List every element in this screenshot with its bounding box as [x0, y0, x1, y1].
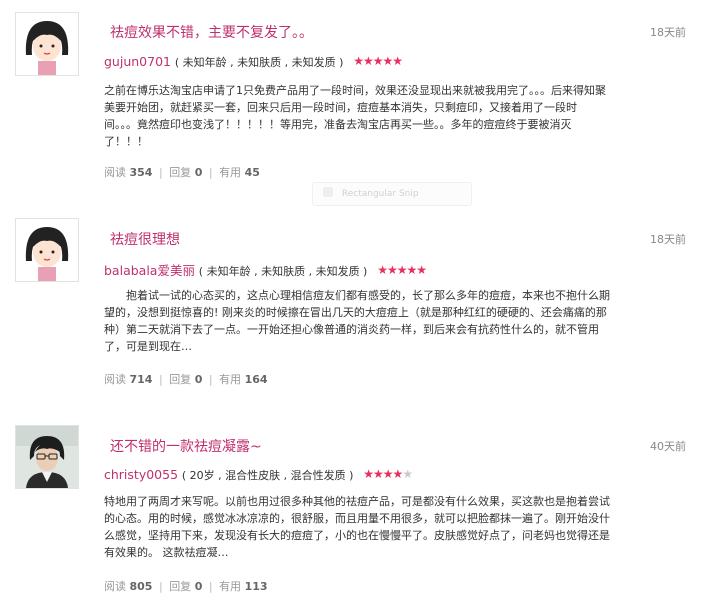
star-icon: ★	[353, 54, 364, 68]
star-icon: ★	[373, 467, 384, 481]
useful-label[interactable]: 有用	[219, 373, 241, 386]
review-text-line: 了，可是到现在…	[104, 340, 192, 353]
review-stats: 阅读 805 | 回复 0 | 有用 113	[104, 580, 268, 593]
review-title[interactable]: 还不错的一款祛痘凝露~	[110, 436, 262, 456]
avatar[interactable]	[15, 425, 79, 489]
review-text-line: 之前在博乐达淘宝店申请了1只免费产品用了一段时间，效果还没显现出来就被我用完了。…	[104, 84, 606, 97]
review-meta: gujun0701 ( 未知年龄 , 未知肤质 , 未知发质 ) ★★★★★	[104, 54, 403, 70]
review-meta: balabala爱美丽 ( 未知年龄 , 未知肤质 , 未知发质 ) ★★★★★	[104, 260, 427, 279]
review-body: 之前在博乐达淘宝店申请了1只免费产品用了一段时间，效果还没显现出来就被我用完了。…	[104, 82, 664, 150]
review-time: 18天前	[650, 26, 686, 39]
review-text-line: 美要开始团，就赶紧买一套，回来只后用一段时间，痘痘基本消失，只剩痘印，又接着用了…	[104, 101, 577, 114]
reply-count: 0	[194, 373, 203, 386]
review-title[interactable]: 祛痘很理想	[110, 229, 180, 249]
rating-stars: ★★★★★	[377, 263, 427, 277]
star-icon: ★	[372, 54, 384, 68]
user-attributes: ( 20岁 , 混合性皮肤 , 混合性发质 )	[181, 469, 354, 482]
star-icon: ★	[386, 263, 398, 277]
rating-stars: ★★★★★	[353, 54, 403, 68]
avatar[interactable]	[15, 12, 79, 76]
username-link[interactable]: gujun0701	[104, 54, 171, 69]
review-title[interactable]: 祛痘效果不错，主要不复发了。。	[110, 22, 313, 42]
star-icon: ★	[382, 467, 394, 481]
snip-label: Rectangular Snip	[341, 189, 419, 199]
reply-count: 0	[194, 166, 203, 179]
empty-star-icon: ★	[402, 467, 413, 481]
review-text-line: 了！！！	[104, 135, 148, 148]
star-icon: ★	[406, 263, 417, 277]
useful-label[interactable]: 有用	[219, 580, 241, 593]
star-icon: ★	[416, 263, 427, 277]
review-text-line: 种）第二天就消下去了一点。一开始还担心像普通的消炎药一样，到后来会有抗药性什么的…	[104, 323, 599, 336]
review-meta: christy0055 ( 20岁 , 混合性皮肤 , 混合性发质 ) ★★★★…	[104, 467, 413, 483]
read-label: 阅读	[104, 580, 126, 593]
star-icon: ★	[392, 467, 404, 481]
user-attributes: ( 未知年龄 , 未知肤质 , 未知发质 )	[198, 265, 368, 278]
review-stats: 阅读 714 | 回复 0 | 有用 164	[104, 373, 268, 386]
review-text-line: 抱着试一试的心态买的，这点心理相信痘友们都有感受的，长了那么多年的痘痘，本来也不…	[104, 289, 610, 302]
review-time: 18天前	[650, 233, 686, 246]
reply-label[interactable]: 回复	[169, 373, 191, 386]
review-text-line: 有效果的。 这款祛痘凝…	[104, 546, 229, 559]
review-text-line: 间。。。竟然痘印也变浅了！！！！！等用完，准备去淘宝店再买一些。。多年的痘痘终于…	[104, 118, 572, 131]
review-body: 抱着试一试的心态买的，这点心理相信痘友们都有感受的，长了那么多年的痘痘，本来也不…	[104, 287, 664, 355]
star-icon: ★	[363, 467, 374, 481]
snip-icon	[323, 187, 333, 197]
cartoon-girl-avatar-icon	[16, 13, 78, 75]
rating-stars: ★★★★★	[363, 467, 413, 481]
reply-label[interactable]: 回复	[169, 166, 191, 179]
username-link[interactable]: balabala爱美丽	[104, 263, 195, 278]
useful-count: 164	[244, 373, 268, 386]
star-icon: ★	[377, 263, 388, 277]
star-icon: ★	[362, 54, 374, 68]
review-body: 特地用了两周才来写呢。以前也用过很多种其他的祛痘产品，可是都没有什么效果，买这款…	[104, 493, 664, 561]
reply-count: 0	[194, 580, 203, 593]
useful-label[interactable]: 有用	[219, 166, 241, 179]
user-attributes: ( 未知年龄 , 未知肤质 , 未知发质 )	[174, 56, 344, 69]
snip-tool-overlay: Rectangular Snip	[312, 182, 472, 206]
cartoon-girl-avatar-icon	[16, 219, 78, 281]
read-label: 阅读	[104, 373, 126, 386]
read-label: 阅读	[104, 166, 126, 179]
review-time: 40天前	[650, 440, 686, 453]
review-text-line: 特地用了两周才来写呢。以前也用过很多种其他的祛痘产品，可是都没有什么效果，买这款…	[104, 495, 610, 508]
user-photo-avatar-icon	[16, 426, 78, 488]
avatar[interactable]	[15, 218, 79, 282]
review-text-line: 的心态。用的时候，感觉冰冰凉凉的，很舒服，而且用量不用很多，就可以把脸都抹一遍了…	[104, 512, 610, 525]
review-stats: 阅读 354 | 回复 0 | 有用 45	[104, 166, 260, 179]
useful-count: 113	[244, 580, 268, 593]
username-link[interactable]: christy0055	[104, 467, 178, 482]
review-text-line: 望的，没想到挺惊喜的! 刚来炎的时候擦在冒出几天的大痘痘上（就是那种红红的硬硬的…	[104, 306, 607, 319]
reply-label[interactable]: 回复	[169, 580, 191, 593]
star-icon: ★	[382, 54, 394, 68]
useful-count: 45	[244, 166, 260, 179]
read-count: 805	[129, 580, 153, 593]
read-count: 354	[129, 166, 153, 179]
read-count: 714	[129, 373, 153, 386]
star-icon: ★	[392, 54, 403, 68]
review-text-line: 么感觉，坚持用下来，发现没有长大的痘痘了，小的也在慢慢平了。皮肤感觉好点了，问老…	[104, 529, 610, 542]
